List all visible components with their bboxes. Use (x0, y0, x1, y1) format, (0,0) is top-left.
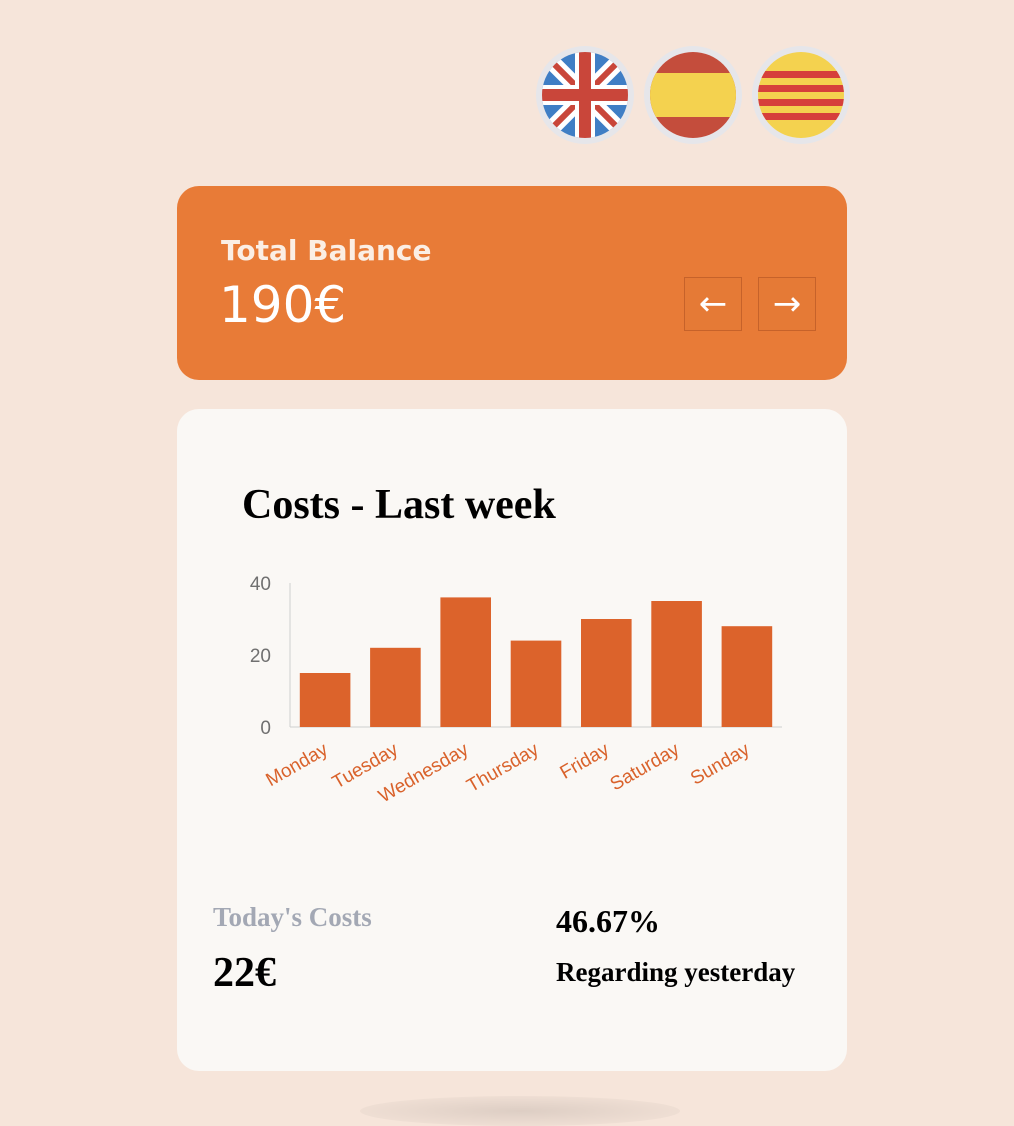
language-button-spanish[interactable] (644, 46, 742, 144)
page-bottom-shadow (360, 1096, 680, 1126)
y-tick-label: 0 (260, 718, 271, 739)
x-tick-label: Thursday (463, 739, 543, 797)
costs-card: Costs - Last week 0 20 40 Monday Tuesday Wed… (177, 409, 847, 1071)
x-tick-label: Friday (557, 739, 614, 784)
change-label: Regarding yesterday (556, 957, 796, 987)
language-button-english[interactable] (536, 46, 634, 144)
spain-flag-icon (650, 52, 736, 138)
bar-wednesday (440, 597, 491, 727)
next-button[interactable]: → (758, 277, 816, 331)
balance-card: Total Balance 190€ ← → (177, 186, 847, 380)
change-percentage: 46.67% (556, 903, 660, 939)
bar-tuesday (370, 647, 421, 727)
previous-button[interactable]: ← (684, 277, 742, 331)
y-tick-label: 20 (250, 646, 271, 667)
x-tick-label: Monday (263, 739, 332, 791)
uk-flag-icon (542, 52, 628, 138)
language-button-catalan[interactable] (752, 46, 850, 144)
bar-monday (299, 673, 351, 727)
todays-costs-value: 22€ (213, 950, 276, 996)
todays-costs-label: Today's Costs (213, 902, 372, 932)
language-selector (536, 46, 850, 144)
bar-sunday (721, 626, 773, 727)
balance-label: Total Balance (221, 234, 432, 267)
bar-saturday (651, 601, 702, 727)
y-tick-label: 40 (250, 574, 271, 595)
x-tick-label: Sunday (687, 739, 754, 790)
bar-friday (581, 619, 632, 727)
x-tick-label: Saturday (607, 739, 684, 795)
bar-thursday (510, 640, 562, 727)
balance-value: 190€ (219, 276, 347, 334)
arrow-right-icon: → (772, 284, 802, 324)
costs-bar-chart: 02040 MondayTuesdayWednesdayThursday Frid… (250, 574, 782, 807)
catalonia-flag-icon (758, 52, 844, 138)
arrow-left-icon: ← (698, 284, 728, 324)
